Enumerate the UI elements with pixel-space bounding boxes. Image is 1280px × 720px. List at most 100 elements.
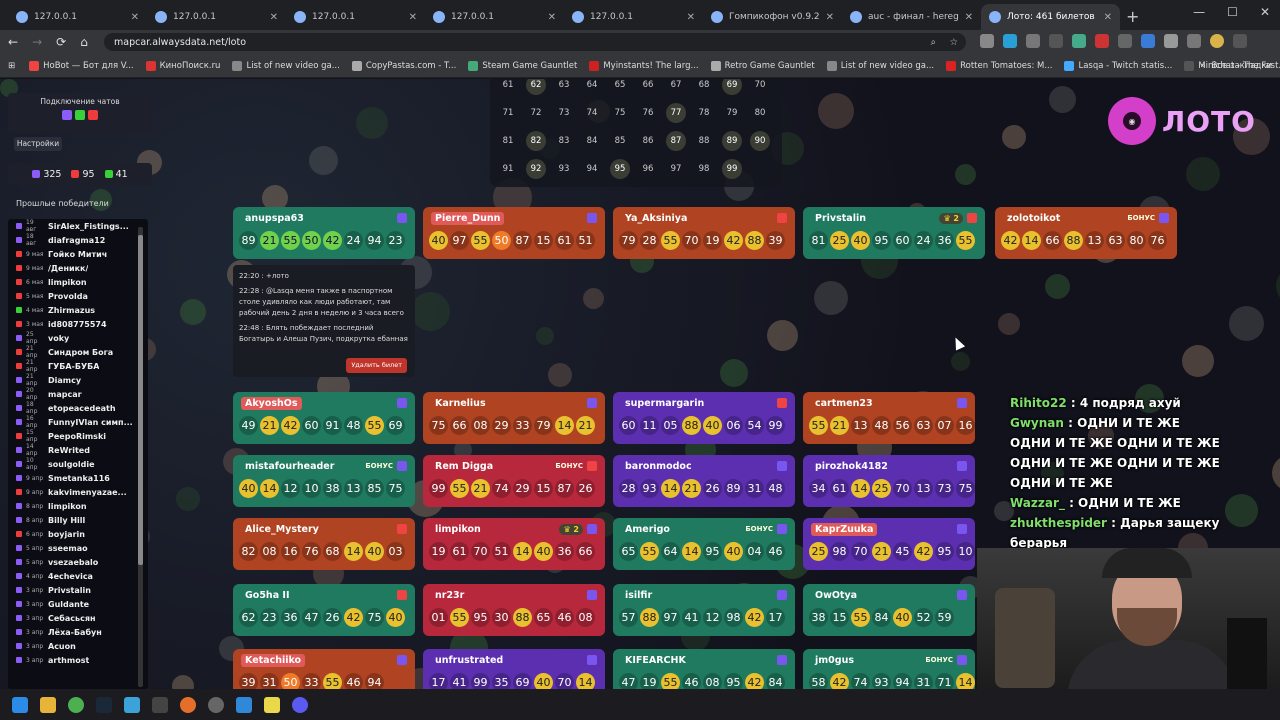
ticket-owner: isilfir [625, 589, 653, 601]
youtube-icon[interactable] [88, 110, 98, 120]
ticket-numbers: 60 11 05 88 40 06 54 99 [613, 416, 795, 435]
board-cell: 94 [586, 164, 598, 174]
more-bookmarks-icon[interactable]: » [1200, 61, 1205, 71]
board-cell: 92 [526, 159, 546, 179]
tab-close-icon[interactable]: ✕ [131, 12, 139, 23]
steam-icon[interactable] [96, 696, 112, 713]
twitch-icon [587, 655, 597, 665]
board-cell: 86 [642, 136, 654, 146]
ticket-number: 15 [534, 231, 553, 250]
reload-icon[interactable]: ⟳ [56, 35, 66, 49]
ticket-number: 40 [893, 608, 912, 627]
winner-row: 19 авг SirAlex_Fistings... [8, 219, 148, 233]
bookmark-item[interactable]: Steam Game Gauntlet [468, 60, 577, 71]
discord-icon[interactable] [292, 696, 308, 713]
media-icon[interactable] [1187, 34, 1201, 48]
home-icon[interactable]: ⌂ [80, 35, 88, 49]
ticket-owner: KIFEARCHK [625, 654, 686, 666]
delete-ticket-button[interactable]: Удалить билет [346, 358, 407, 373]
url-input[interactable]: mapcar.alwaysdata.net/loto ⌕ ☆ [104, 33, 966, 51]
extension-icon[interactable] [1003, 34, 1017, 48]
forward-icon[interactable]: → [32, 35, 42, 49]
bookmark-item[interactable]: HoBot — Бот для V... [29, 60, 134, 71]
avatar[interactable] [1210, 34, 1224, 48]
tab-favicon-icon [433, 11, 445, 23]
tab[interactable]: 127.0.0.1 ✕ [8, 4, 147, 30]
firefox-icon[interactable] [180, 696, 196, 713]
kick-count: 41 [115, 168, 128, 180]
ticket-number: 70 [893, 479, 912, 498]
ticket-number: 50 [302, 231, 321, 250]
tab-close-icon[interactable]: ✕ [1104, 12, 1112, 23]
tab-close-icon[interactable]: ✕ [409, 12, 417, 23]
taskbar [0, 689, 1280, 720]
terminal-icon[interactable] [152, 696, 168, 713]
file-explorer-icon[interactable] [40, 696, 56, 713]
extension-icon[interactable] [980, 34, 994, 48]
notepad-icon[interactable] [236, 696, 252, 713]
ticket-number: 23 [260, 608, 279, 627]
zoom-icon[interactable]: ⌕ [931, 37, 936, 48]
extension-icon[interactable] [1026, 34, 1040, 48]
windows-start-icon[interactable] [12, 696, 28, 713]
ticket-number: 50 [281, 673, 300, 689]
bookmark-star-icon[interactable]: ☆ [949, 37, 958, 48]
tab-close-icon[interactable]: ✕ [270, 12, 278, 23]
twitch-icon[interactable] [62, 110, 72, 120]
tab[interactable]: auc - финал - herega ✕ [842, 4, 981, 30]
chrome-icon[interactable] [68, 696, 84, 713]
app-icon[interactable] [124, 696, 140, 713]
minimize-icon[interactable]: — [1193, 5, 1205, 19]
tab[interactable]: Гомпикофон v0.9.24.1 — ✕ [703, 4, 842, 30]
ticket-card: zolotoikot БОНУС 42 14 66 88 13 63 80 76 [995, 207, 1177, 259]
winners-scrollbar[interactable] [138, 227, 143, 687]
all-bookmarks[interactable]: Все закладки [1212, 61, 1272, 71]
bookmark-item[interactable]: Retro Game Gauntlet [710, 60, 815, 71]
tab[interactable]: Лото: 461 билетов заре ✕ [981, 4, 1120, 30]
bookmark-item[interactable]: CopyPastas.com - T... [351, 60, 456, 71]
extension-icon[interactable] [1072, 34, 1086, 48]
tab[interactable]: 127.0.0.1 ✕ [425, 4, 564, 30]
apps-icon[interactable]: ⊞ [8, 61, 15, 71]
ticket-card: Amerigo БОНУС 65 55 64 14 95 40 04 46 [613, 518, 795, 570]
ticket-number: 19 [640, 673, 659, 689]
menu-icon[interactable] [1233, 34, 1247, 48]
ticket-number: 31 [260, 673, 279, 689]
extension-icon[interactable] [1118, 34, 1132, 48]
bookmark-item[interactable]: List of new video ga... [232, 60, 340, 71]
kick-icon[interactable] [75, 110, 85, 120]
extension-icon[interactable] [1095, 34, 1109, 48]
tab-close-icon[interactable]: ✕ [826, 12, 834, 23]
bookmark-item[interactable]: Lasqa - Twitch statis... [1064, 60, 1172, 71]
obs-icon[interactable] [208, 696, 224, 713]
ticket-owner: Amerigo [625, 523, 670, 535]
settings-button[interactable]: Настройки [14, 137, 62, 151]
tab-close-icon[interactable]: ✕ [965, 12, 973, 23]
board-cell: 89 [722, 131, 742, 151]
ticket-number: 35 [492, 673, 511, 689]
bookmark-item[interactable]: List of new video ga... [826, 60, 934, 71]
maximize-icon[interactable]: ☐ [1227, 5, 1238, 19]
winner-row: 8 апр limpikon [8, 499, 148, 513]
back-icon[interactable]: ← [8, 35, 18, 49]
app-icon[interactable] [264, 696, 280, 713]
tab-close-icon[interactable]: ✕ [548, 12, 556, 23]
tab[interactable]: 127.0.0.1 ✕ [147, 4, 286, 30]
close-icon[interactable]: ✕ [1260, 5, 1270, 19]
ticket-number: 14 [851, 479, 870, 498]
new-tab-button[interactable]: + [1126, 7, 1139, 26]
extensions-puzzle-icon[interactable] [1164, 34, 1178, 48]
ticket-number: 16 [281, 542, 300, 561]
ticket-number: 94 [365, 673, 384, 689]
bookmark-item[interactable]: КиноПоиск.ru [145, 60, 220, 71]
board-cell: 90 [750, 131, 770, 151]
ticket-number: 42 [724, 231, 743, 250]
bookmark-item[interactable]: Rotten Tomatoes: M... [946, 60, 1052, 71]
tab[interactable]: 127.0.0.1 ✕ [286, 4, 425, 30]
bookmark-item[interactable]: Myinstants! The larg... [589, 60, 699, 71]
tab-close-icon[interactable]: ✕ [687, 12, 695, 23]
extension-icon[interactable] [1049, 34, 1063, 48]
tab[interactable]: 127.0.0.1 ✕ [564, 4, 703, 30]
board-cell: 76 [642, 108, 654, 118]
extension-icon[interactable] [1141, 34, 1155, 48]
